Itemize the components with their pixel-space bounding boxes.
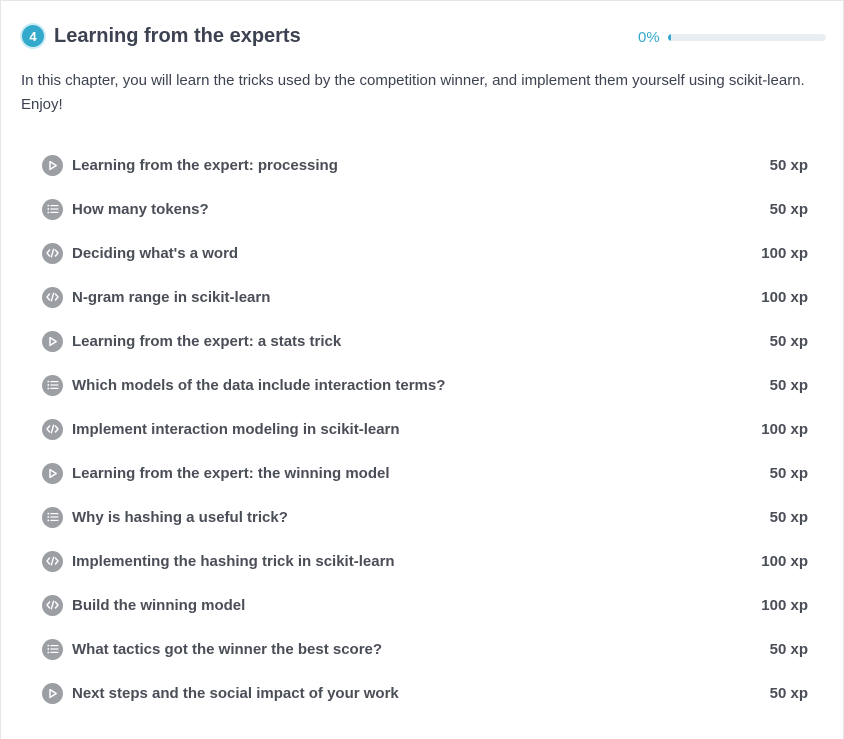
exercise-xp: 50 xp xyxy=(769,684,808,702)
exercise-xp: 100 xp xyxy=(761,552,808,570)
exercise-title[interactable]: N-gram range in scikit-learn xyxy=(72,289,761,306)
chapter-card: 4 Learning from the experts 0% In this c… xyxy=(0,0,844,739)
exercise-list: Learning from the expert: processing 50 x… xyxy=(42,143,808,715)
progress-bar-fill xyxy=(668,34,671,41)
exercise-xp: 50 xp xyxy=(769,156,808,174)
exercise-title[interactable]: How many tokens? xyxy=(72,201,770,218)
exercise-row[interactable]: Deciding what's a word 100 xp xyxy=(42,231,808,275)
exercise-xp: 100 xp xyxy=(761,420,808,438)
chapter-number-badge: 4 xyxy=(22,25,44,47)
exercise-row[interactable]: Implement interaction modeling in scikit… xyxy=(42,407,808,451)
exercise-title[interactable]: Why is hashing a useful trick? xyxy=(72,509,770,526)
chapter-description: In this chapter, you will learn the tric… xyxy=(21,72,805,113)
exercise-xp: 50 xp xyxy=(769,464,808,482)
code-icon xyxy=(42,242,63,264)
exercise-title[interactable]: Implementing the hashing trick in scikit… xyxy=(72,553,761,570)
exercise-xp: 100 xp xyxy=(761,244,808,262)
exercise-title[interactable]: Which models of the data include interac… xyxy=(72,377,770,394)
exercise-title[interactable]: Learning from the expert: processing xyxy=(72,157,770,174)
list-icon xyxy=(42,638,63,660)
exercise-title[interactable]: Deciding what's a word xyxy=(72,245,761,262)
exercise-row[interactable]: What tactics got the winner the best sco… xyxy=(42,627,808,671)
chapter-header: 4 Learning from the experts xyxy=(22,23,301,49)
exercise-title[interactable]: Implement interaction modeling in scikit… xyxy=(72,421,761,438)
play-icon xyxy=(42,330,63,352)
exercise-row[interactable]: Why is hashing a useful trick? 50 xp xyxy=(42,495,808,539)
exercise-row[interactable]: Which models of the data include interac… xyxy=(42,363,808,407)
play-icon xyxy=(42,682,63,704)
code-icon xyxy=(42,286,63,308)
code-icon xyxy=(42,550,63,572)
exercise-row[interactable]: Build the winning model 100 xp xyxy=(42,583,808,627)
exercise-xp: 50 xp xyxy=(769,200,808,218)
list-icon xyxy=(42,198,63,220)
exercise-xp: 100 xp xyxy=(761,596,808,614)
chapter-progress: 0% xyxy=(638,29,826,46)
exercise-title[interactable]: Learning from the expert: the winning mo… xyxy=(72,465,770,482)
exercise-row[interactable]: N-gram range in scikit-learn 100 xp xyxy=(42,275,808,319)
exercise-xp: 100 xp xyxy=(761,288,808,306)
exercise-row[interactable]: Learning from the expert: a stats trick 5… xyxy=(42,319,808,363)
exercise-row[interactable]: Learning from the expert: the winning mo… xyxy=(42,451,808,495)
exercise-xp: 50 xp xyxy=(769,508,808,526)
code-icon xyxy=(42,418,63,440)
exercise-title[interactable]: Next steps and the social impact of your… xyxy=(72,685,770,702)
exercise-title[interactable]: Build the winning model xyxy=(72,597,761,614)
code-icon xyxy=(42,594,63,616)
list-icon xyxy=(42,506,63,528)
exercise-title[interactable]: What tactics got the winner the best sco… xyxy=(72,641,770,658)
exercise-row[interactable]: How many tokens? 50 xp xyxy=(42,187,808,231)
exercise-row[interactable]: Implementing the hashing trick in scikit… xyxy=(42,539,808,583)
list-icon xyxy=(42,374,63,396)
progress-bar xyxy=(668,34,826,41)
exercise-row[interactable]: Learning from the expert: processing 50 x… xyxy=(42,143,808,187)
exercise-xp: 50 xp xyxy=(769,640,808,658)
chapter-title[interactable]: Learning from the experts xyxy=(54,25,301,48)
exercise-row[interactable]: Next steps and the social impact of your… xyxy=(42,671,808,715)
play-icon xyxy=(42,462,63,484)
progress-percentage: 0% xyxy=(638,29,660,46)
play-icon xyxy=(42,154,63,176)
exercise-title[interactable]: Learning from the expert: a stats trick xyxy=(72,333,770,350)
exercise-xp: 50 xp xyxy=(769,376,808,394)
exercise-xp: 50 xp xyxy=(769,332,808,350)
